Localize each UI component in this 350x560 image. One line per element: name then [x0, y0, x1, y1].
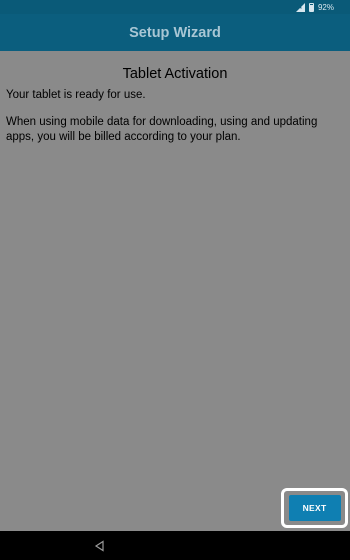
signal-icon: [295, 2, 305, 12]
app-bar: Setup Wizard: [0, 14, 350, 51]
battery-percentage: 92%: [317, 2, 334, 12]
app-title: Setup Wizard: [129, 24, 221, 41]
battery-icon: [308, 2, 314, 12]
next-button-highlight: NEXT: [281, 488, 348, 528]
ready-message: Your tablet is ready for use.: [6, 89, 146, 101]
main-content: Tablet Activation Your tablet is ready f…: [0, 51, 350, 145]
back-icon[interactable]: [94, 540, 106, 552]
screen: 92% Setup Wizard Tablet Activation Your …: [0, 0, 350, 560]
status-bar: 92%: [0, 0, 350, 14]
navigation-bar: [0, 531, 350, 560]
billing-notice: When using mobile data for downloading, …: [6, 116, 318, 143]
page-title: Tablet Activation: [122, 66, 228, 82]
next-button[interactable]: NEXT: [288, 495, 341, 521]
